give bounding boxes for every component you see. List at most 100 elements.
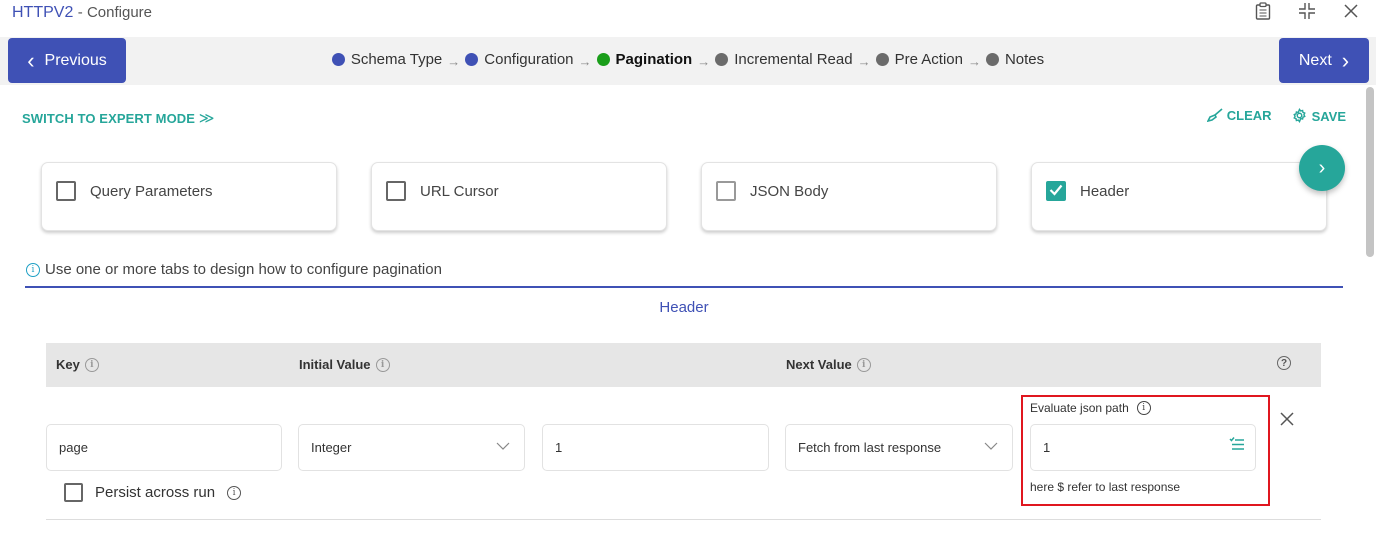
info-icon[interactable]: i bbox=[227, 485, 242, 500]
step-arrow-icon: → bbox=[697, 54, 711, 69]
step-configuration[interactable]: Configuration bbox=[465, 51, 574, 68]
next-button[interactable]: Next › bbox=[1279, 38, 1369, 83]
broom-icon bbox=[1206, 108, 1223, 123]
step-status-dot bbox=[875, 53, 889, 66]
wizard-steps: Schema Type → Configuration → Pagination → Inc… bbox=[0, 51, 1376, 70]
save-button[interactable]: SAVE bbox=[1292, 108, 1346, 124]
scroll-right-fab[interactable]: › bbox=[1299, 145, 1345, 191]
step-arrow-icon: → bbox=[578, 54, 592, 69]
hint-text: Use one or more tabs to design how to co… bbox=[45, 261, 442, 278]
step-incremental-read[interactable]: Incremental Read bbox=[715, 51, 853, 68]
json-path-picker-icon[interactable] bbox=[1229, 437, 1245, 456]
checkbox-checked[interactable] bbox=[1046, 181, 1066, 201]
info-icon[interactable]: i bbox=[375, 357, 390, 372]
vertical-scrollbar[interactable] bbox=[1366, 87, 1374, 257]
info-icon[interactable]: i bbox=[856, 357, 871, 372]
help-icon[interactable]: ? bbox=[1277, 356, 1291, 370]
close-icon[interactable] bbox=[1340, 3, 1362, 24]
chevron-down-icon bbox=[984, 438, 998, 453]
step-label: Configuration bbox=[484, 51, 574, 68]
evaluate-json-path-label: Evaluate json path i bbox=[1030, 401, 1151, 415]
double-chevron-right-icon: ≫ bbox=[198, 110, 215, 127]
column-label: Initial Value bbox=[299, 357, 371, 372]
step-label: Pre Action bbox=[894, 51, 963, 68]
step-arrow-icon: → bbox=[857, 54, 871, 69]
active-tab-title: Header bbox=[659, 299, 709, 316]
evaluate-help-text: here $ refer to last response bbox=[1030, 480, 1181, 494]
step-pagination[interactable]: Pagination bbox=[596, 51, 693, 68]
chevron-down-icon bbox=[496, 438, 510, 453]
checkbox[interactable] bbox=[56, 181, 76, 201]
chevron-right-icon: › bbox=[1318, 156, 1326, 179]
step-arrow-icon: → bbox=[447, 54, 461, 69]
pagination-type-query-parameters[interactable]: Query Parameters bbox=[41, 162, 337, 231]
info-icon[interactable]: i bbox=[1136, 401, 1151, 415]
pagination-type-label: Header bbox=[1080, 183, 1130, 200]
save-label: SAVE bbox=[1311, 109, 1346, 124]
title-bar: HTTPV2 - Configure bbox=[0, 0, 1376, 36]
step-status-dot bbox=[715, 53, 729, 66]
column-label: Next Value bbox=[786, 357, 852, 372]
collapse-icon[interactable] bbox=[1296, 2, 1318, 25]
info-icon: i bbox=[26, 262, 40, 277]
configure-window: HTTPV2 - Configure ‹ Previous Schema Typ… bbox=[0, 0, 1376, 538]
remove-row-button[interactable] bbox=[1280, 409, 1294, 432]
step-label: Notes bbox=[1004, 51, 1045, 68]
persist-label: Persist across run bbox=[95, 484, 216, 501]
step-notes[interactable]: Notes bbox=[985, 51, 1045, 68]
form-actions: CLEAR SAVE bbox=[1206, 108, 1346, 124]
window-title: HTTPV2 - Configure bbox=[12, 4, 152, 22]
initial-type-select[interactable]: Integer bbox=[298, 424, 525, 471]
initial-type-value: Integer bbox=[311, 440, 352, 455]
column-initial-value: Initial Value i bbox=[299, 357, 390, 372]
switch-expert-mode-link[interactable]: SWITCH TO EXPERT MODE ≫ bbox=[22, 109, 215, 127]
expert-mode-label: SWITCH TO EXPERT MODE bbox=[22, 111, 196, 126]
pagination-type-header[interactable]: Header bbox=[1031, 162, 1327, 231]
column-next-value: Next Value i bbox=[786, 357, 871, 372]
step-status-dot bbox=[331, 53, 345, 66]
gear-icon bbox=[1292, 108, 1306, 123]
clear-button[interactable]: CLEAR bbox=[1206, 108, 1272, 124]
check-icon bbox=[1049, 184, 1063, 196]
next-value-mode-select[interactable]: Fetch from last response bbox=[785, 424, 1013, 471]
initial-value-input[interactable]: 1 bbox=[542, 424, 769, 471]
pagination-type-url-cursor[interactable]: URL Cursor bbox=[371, 162, 667, 231]
step-label: Schema Type bbox=[350, 51, 443, 68]
next-label: Next bbox=[1298, 51, 1332, 69]
step-status-dot bbox=[465, 53, 479, 66]
step-schema-type[interactable]: Schema Type bbox=[331, 51, 443, 68]
step-pre-action[interactable]: Pre Action bbox=[875, 51, 963, 68]
clipboard-icon[interactable] bbox=[1252, 2, 1274, 25]
evaluate-label-text: Evaluate json path bbox=[1030, 401, 1129, 415]
pagination-type-label: URL Cursor bbox=[420, 183, 499, 200]
tab-divider bbox=[25, 286, 1343, 288]
pagination-type-json-body[interactable]: JSON Body bbox=[701, 162, 997, 231]
row-divider bbox=[46, 519, 1321, 520]
next-value-mode: Fetch from last response bbox=[798, 440, 942, 455]
table-header: Key i Initial Value i Next Value i ? bbox=[46, 343, 1321, 387]
checkbox[interactable] bbox=[64, 483, 83, 502]
persist-across-run-checkbox[interactable]: Persist across run i bbox=[64, 483, 242, 502]
step-label: Incremental Read bbox=[734, 51, 853, 68]
window-controls bbox=[1252, 2, 1362, 25]
column-label: Key bbox=[56, 357, 80, 372]
app-name: HTTPV2 bbox=[12, 4, 74, 21]
step-status-dot bbox=[985, 53, 999, 66]
step-arrow-icon: → bbox=[967, 54, 981, 69]
column-key: Key i bbox=[56, 357, 99, 372]
key-input[interactable]: page bbox=[46, 424, 282, 471]
pagination-type-label: Query Parameters bbox=[90, 183, 213, 200]
key-value: page bbox=[59, 440, 88, 455]
checkbox[interactable] bbox=[386, 181, 406, 201]
step-label: Pagination bbox=[615, 51, 693, 68]
evaluate-json-path-input[interactable]: 1 bbox=[1030, 424, 1256, 471]
close-icon bbox=[1280, 412, 1294, 426]
evaluate-value: 1 bbox=[1043, 440, 1051, 455]
checkbox[interactable] bbox=[716, 181, 736, 201]
pagination-hint: i Use one or more tabs to design how to … bbox=[26, 261, 442, 278]
clear-label: CLEAR bbox=[1226, 108, 1272, 123]
pagination-type-label: JSON Body bbox=[750, 183, 829, 200]
step-status-dot bbox=[596, 53, 610, 66]
pagination-type-cards: Query Parameters URL Cursor JSON Body He… bbox=[41, 162, 1327, 231]
info-icon[interactable]: i bbox=[84, 357, 99, 372]
